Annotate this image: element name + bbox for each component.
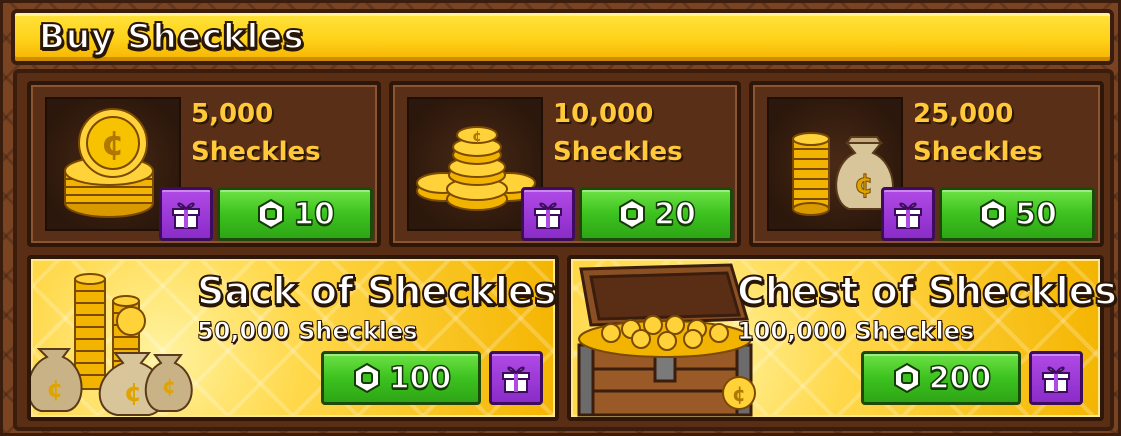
offer-amount: 25,000 Sheckles [913, 95, 1043, 171]
buy-button[interactable]: 10 [217, 187, 373, 241]
offer-amount-unit: Sheckles [553, 137, 683, 167]
gift-button[interactable] [1029, 351, 1083, 405]
bundle-subtitle: 50,000 Sheckles [197, 317, 419, 346]
price-label: 200 [928, 360, 992, 397]
shop-body: ¢ 5,000 Sheckles 10 ¢ 10,000 Sheckles 20… [13, 69, 1118, 431]
offer-amount-unit: Sheckles [913, 137, 1043, 167]
offer-card-5000: ¢ 5,000 Sheckles 10 [27, 81, 381, 247]
svg-text:¢: ¢ [101, 124, 125, 164]
svg-text:¢: ¢ [732, 382, 746, 406]
robux-icon [980, 198, 1007, 230]
price-label: 10 [292, 196, 335, 233]
gift-icon [534, 202, 562, 229]
svg-text:¢: ¢ [854, 167, 873, 200]
offer-amount-number: 10,000 [553, 99, 654, 129]
gift-button[interactable] [159, 187, 213, 241]
robux-icon [619, 198, 646, 230]
bundle-title: Sack of Sheckles [196, 268, 557, 314]
offer-amount-number: 5,000 [191, 99, 274, 129]
offer-card-10000: ¢ 10,000 Sheckles 20 [389, 81, 741, 247]
gift-button[interactable] [521, 187, 575, 241]
shop-title: Buy Sheckles [38, 16, 305, 58]
price-label: 20 [653, 196, 696, 233]
robux-icon [258, 198, 285, 230]
bundle-card-chest: ¢ Chest of Sheckles 100,000 Sheckles 200 [567, 255, 1118, 421]
robux-icon [353, 362, 380, 394]
treasure-chest-icon: ¢ [577, 263, 756, 417]
buy-button[interactable]: 200 [861, 351, 1021, 405]
buy-button[interactable]: 100 [321, 351, 481, 405]
price-label: 50 [1014, 196, 1057, 233]
bundle-subtitle: 100,000 Sheckles [736, 317, 975, 346]
offer-card-25000: ¢ 25,000 Sheckles 50 [749, 81, 1104, 247]
shop-window: Buy Sheckles ¢ 5,000 Sheckles 10 ¢ 10,00… [0, 0, 1121, 436]
svg-text:¢: ¢ [124, 378, 142, 408]
sacks-of-coins-icon: ¢ ¢ ¢ [31, 273, 193, 416]
buy-button[interactable]: 20 [579, 187, 733, 241]
offer-amount: 10,000 Sheckles [553, 95, 683, 171]
bundle-card-sack: ¢ ¢ ¢ Sack of Sheckles 50,000 Sheckles 1… [27, 255, 559, 421]
gift-icon [1042, 366, 1070, 393]
shop-header: Buy Sheckles [11, 9, 1114, 65]
gift-button[interactable] [489, 351, 543, 405]
offer-amount-unit: Sheckles [191, 137, 321, 167]
gift-icon [172, 202, 200, 229]
gift-icon [894, 202, 922, 229]
svg-text:¢: ¢ [47, 375, 64, 403]
robux-icon [893, 362, 920, 394]
offer-amount-number: 25,000 [913, 99, 1014, 129]
bundle-title: Chest of Sheckles [736, 268, 1118, 314]
buy-button[interactable]: 50 [939, 187, 1095, 241]
svg-text:¢: ¢ [162, 374, 176, 398]
svg-text:¢: ¢ [472, 129, 482, 145]
price-label: 100 [388, 360, 452, 397]
offer-amount: 5,000 Sheckles [191, 95, 321, 171]
gift-button[interactable] [881, 187, 935, 241]
gift-icon [502, 366, 530, 393]
